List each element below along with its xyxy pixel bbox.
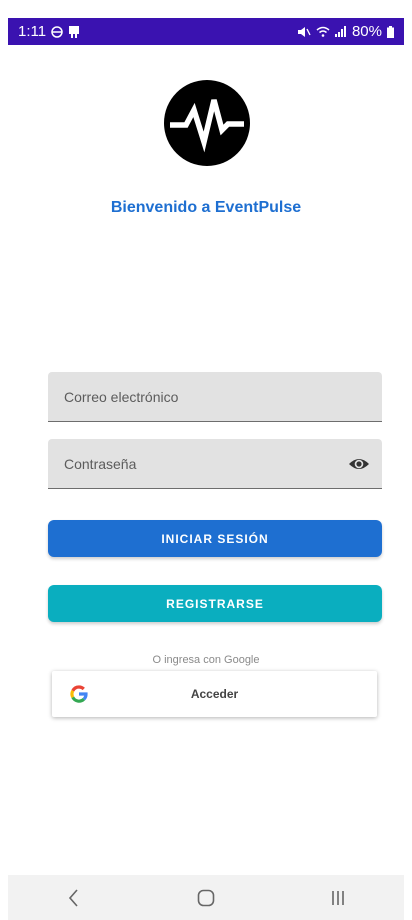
google-signin-button[interactable]: Acceder bbox=[52, 671, 377, 717]
home-icon[interactable] bbox=[186, 883, 226, 913]
status-bar: 1:11 80% bbox=[8, 18, 404, 45]
heartbeat-pulse-icon bbox=[164, 80, 250, 166]
back-icon[interactable] bbox=[54, 883, 94, 913]
email-field[interactable] bbox=[48, 372, 382, 422]
status-right: 80% bbox=[297, 23, 394, 40]
google-icon bbox=[69, 684, 89, 704]
mute-icon bbox=[297, 26, 311, 38]
login-button[interactable]: INICIAR SESIÓN bbox=[48, 520, 382, 557]
register-button[interactable]: REGISTRARSE bbox=[48, 585, 382, 622]
wifi-icon bbox=[316, 26, 330, 37]
battery-level: 80% bbox=[351, 23, 382, 40]
google-signin-label: Acceder bbox=[190, 687, 239, 701]
status-time: 1:11 bbox=[18, 23, 47, 40]
google-prompt: O ingresa con Google bbox=[152, 654, 260, 666]
status-left: 1:11 bbox=[18, 23, 80, 40]
navigation-bar bbox=[8, 875, 404, 920]
notification-icon bbox=[68, 25, 80, 38]
battery-icon bbox=[387, 25, 394, 38]
password-input[interactable] bbox=[48, 439, 382, 488]
email-input[interactable] bbox=[48, 372, 382, 421]
signal-icon bbox=[334, 26, 347, 37]
password-field[interactable] bbox=[48, 439, 382, 489]
recents-icon[interactable] bbox=[318, 883, 358, 913]
welcome-title: Bienvenido a EventPulse bbox=[110, 199, 302, 216]
sync-icon bbox=[51, 25, 63, 38]
eye-icon[interactable] bbox=[348, 454, 370, 474]
